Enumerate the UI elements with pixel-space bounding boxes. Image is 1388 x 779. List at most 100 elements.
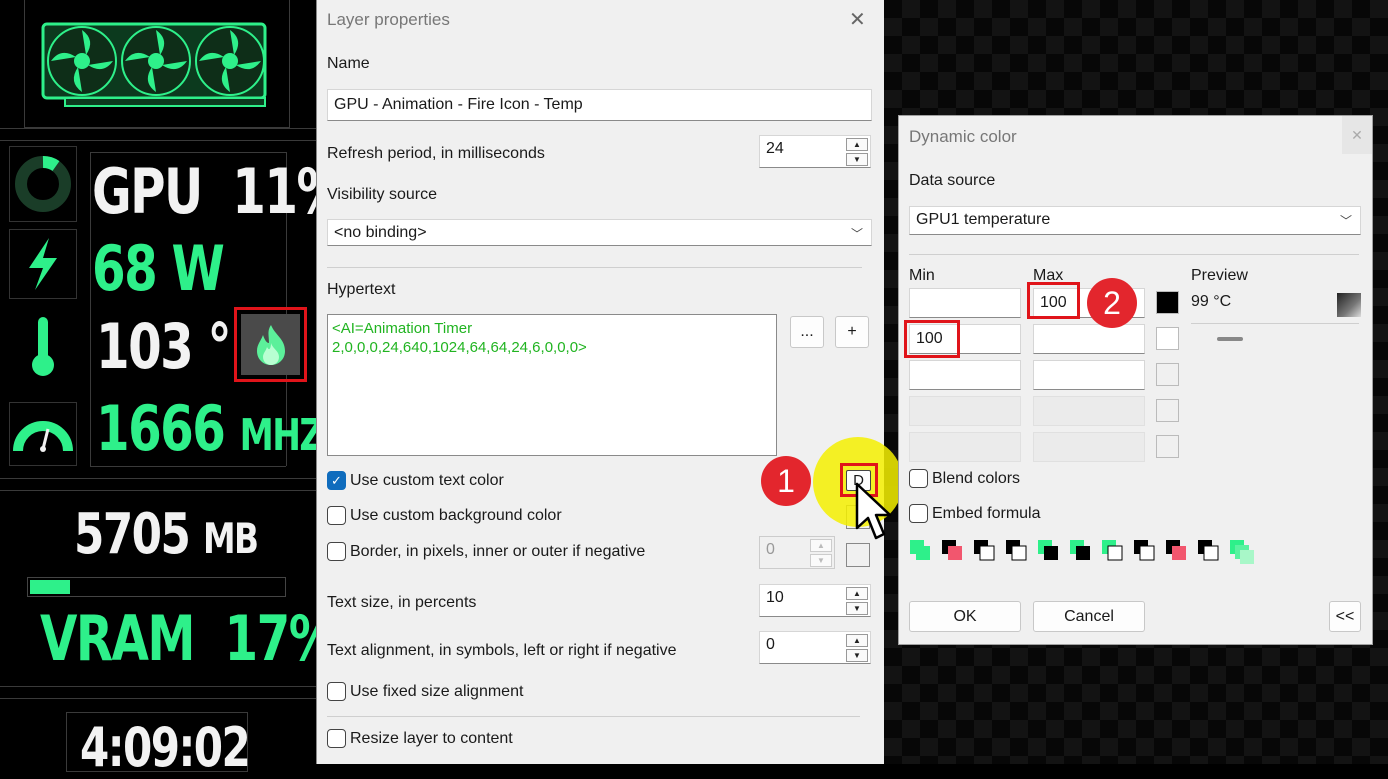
custom-background-color-label: Use custom background color: [350, 506, 562, 524]
spin-up-icon[interactable]: ▲: [846, 587, 868, 600]
text-alignment-spinner[interactable]: 0 ▲ ▼: [759, 631, 871, 664]
text-size-label: Text size, in percents: [327, 594, 477, 611]
color-swatch[interactable]: [1156, 291, 1179, 314]
color-swatch: [1156, 435, 1179, 458]
step-1-badge: 1: [761, 456, 811, 506]
divider: [90, 152, 91, 466]
custom-text-color-label: Use custom text color: [350, 471, 504, 489]
graphics-card-icon: [41, 22, 267, 107]
max-input: [1033, 396, 1145, 426]
ellipsis-button[interactable]: ...: [790, 316, 824, 348]
gradient-preset-icon[interactable]: [1229, 539, 1257, 567]
checkmark-icon: ✓: [327, 471, 346, 490]
vram-label: VRAM: [40, 602, 196, 675]
hypertext-textarea[interactable]: <AI=Animation Timer 2,0,0,0,24,640,1024,…: [327, 314, 777, 456]
close-icon[interactable]: ✕: [849, 7, 866, 32]
max-input[interactable]: [1033, 360, 1145, 390]
name-input[interactable]: [327, 89, 872, 121]
custom-background-color-checkbox[interactable]: Use custom background color: [327, 506, 562, 525]
border-spinner: 0 ▲ ▼: [759, 536, 835, 569]
black-white-preset-icon[interactable]: [973, 539, 995, 561]
embed-formula-checkbox[interactable]: Embed formula: [909, 504, 1041, 523]
min-label: Min: [909, 267, 935, 284]
color-swatch[interactable]: [1156, 363, 1179, 386]
checkbox-box: [327, 506, 346, 525]
dynamic-color-dialog: Dynamic color ✕ Data source GPU1 tempera…: [898, 115, 1373, 645]
min-input[interactable]: [909, 360, 1021, 390]
dialog-title: Dynamic color: [909, 127, 1017, 146]
spin-down-icon[interactable]: ▼: [846, 649, 868, 662]
divider: [0, 490, 316, 491]
refresh-period-spinner[interactable]: 24 ▲ ▼: [759, 135, 871, 168]
step-2-badge: 2: [1087, 278, 1137, 328]
embed-formula-label: Embed formula: [932, 504, 1041, 522]
black-red-preset-icon[interactable]: [941, 539, 963, 561]
black-white-preset-icon[interactable]: [1005, 539, 1027, 561]
blend-colors-label: Blend colors: [932, 469, 1021, 487]
green-black-preset-icon[interactable]: [1069, 539, 1091, 561]
dialog-title: Layer properties: [327, 10, 450, 29]
resize-layer-checkbox[interactable]: Resize layer to content: [327, 729, 513, 748]
text-size-spinner[interactable]: 10 ▲ ▼: [759, 584, 871, 617]
vram-usage-bar: [27, 577, 286, 597]
text-size-value: 10: [766, 589, 784, 606]
name-label: Name: [327, 55, 370, 72]
clock-unit: MHZ: [239, 410, 325, 461]
add-macro-button[interactable]: +: [835, 316, 869, 348]
spin-up-icon[interactable]: ▲: [846, 634, 868, 647]
min-input[interactable]: [909, 288, 1021, 318]
refresh-period-label: Refresh period, in milliseconds: [327, 145, 545, 162]
checkbox-box: [909, 504, 928, 523]
graphics-card-image: [24, 0, 290, 128]
vram-usage-fill: [28, 578, 72, 596]
divider: [0, 698, 316, 699]
fixed-size-alignment-label: Use fixed size alignment: [350, 682, 524, 700]
refresh-period-value: 24: [766, 140, 784, 157]
vram-percent-text: VRAM 17%: [40, 602, 337, 675]
black-white-preset-icon[interactable]: [1133, 539, 1155, 561]
spin-down-icon[interactable]: ▼: [846, 153, 868, 166]
blend-colors-checkbox[interactable]: Blend colors: [909, 469, 1020, 488]
data-source-value: GPU1 temperature: [916, 211, 1051, 228]
min-input: [909, 432, 1021, 462]
fixed-size-alignment-checkbox[interactable]: Use fixed size alignment: [327, 682, 523, 701]
divider: [0, 478, 316, 479]
green-black-preset-icon[interactable]: [1037, 539, 1059, 561]
divider: [327, 716, 860, 717]
max-input: [1033, 432, 1145, 462]
border-color-swatch[interactable]: [846, 543, 870, 567]
checkbox-box: [327, 682, 346, 701]
border-checkbox[interactable]: Border, in pixels, inner or outer if neg…: [327, 542, 645, 561]
max-input[interactable]: [1033, 324, 1145, 354]
border-label: Border, in pixels, inner or outer if neg…: [350, 542, 646, 560]
resize-layer-label: Resize layer to content: [350, 729, 513, 747]
black-white-preset-icon[interactable]: [1197, 539, 1219, 561]
preview-swatch: [1337, 293, 1361, 317]
collapse-button[interactable]: <<: [1329, 601, 1361, 632]
temperature-value: 103: [96, 310, 194, 383]
spin-down-icon[interactable]: ▼: [846, 602, 868, 615]
vram-used-text: 5705 MB: [74, 502, 259, 567]
color-swatch[interactable]: [1156, 327, 1179, 350]
data-source-select[interactable]: GPU1 temperature ﹀: [909, 206, 1361, 235]
checkbox-box: [327, 542, 346, 561]
custom-text-color-checkbox[interactable]: ✓ Use custom text color: [327, 471, 504, 490]
visibility-source-select[interactable]: <no binding> ﹀: [327, 219, 872, 246]
ok-button[interactable]: OK: [909, 601, 1021, 632]
color-swatch: [1156, 399, 1179, 422]
min-value-highlight: [904, 320, 960, 358]
slider-handle[interactable]: [1217, 337, 1243, 341]
divider: [909, 254, 1359, 255]
black-red-preset-icon[interactable]: [1165, 539, 1187, 561]
spin-up-icon[interactable]: ▲: [846, 138, 868, 151]
visibility-source-label: Visibility source: [327, 186, 437, 203]
close-icon[interactable]: ✕: [1342, 116, 1372, 154]
green-white-preset-icon[interactable]: [1101, 539, 1123, 561]
layer-properties-dialog: Layer properties ✕ Name Refresh period, …: [316, 0, 903, 764]
divider: [0, 140, 316, 141]
cancel-button[interactable]: Cancel: [1033, 601, 1145, 632]
clock-value: 1666: [96, 392, 226, 465]
clock-time: 4:09:02: [80, 716, 251, 779]
divider: [1191, 323, 1359, 324]
green-green-preset-icon[interactable]: [909, 539, 931, 561]
